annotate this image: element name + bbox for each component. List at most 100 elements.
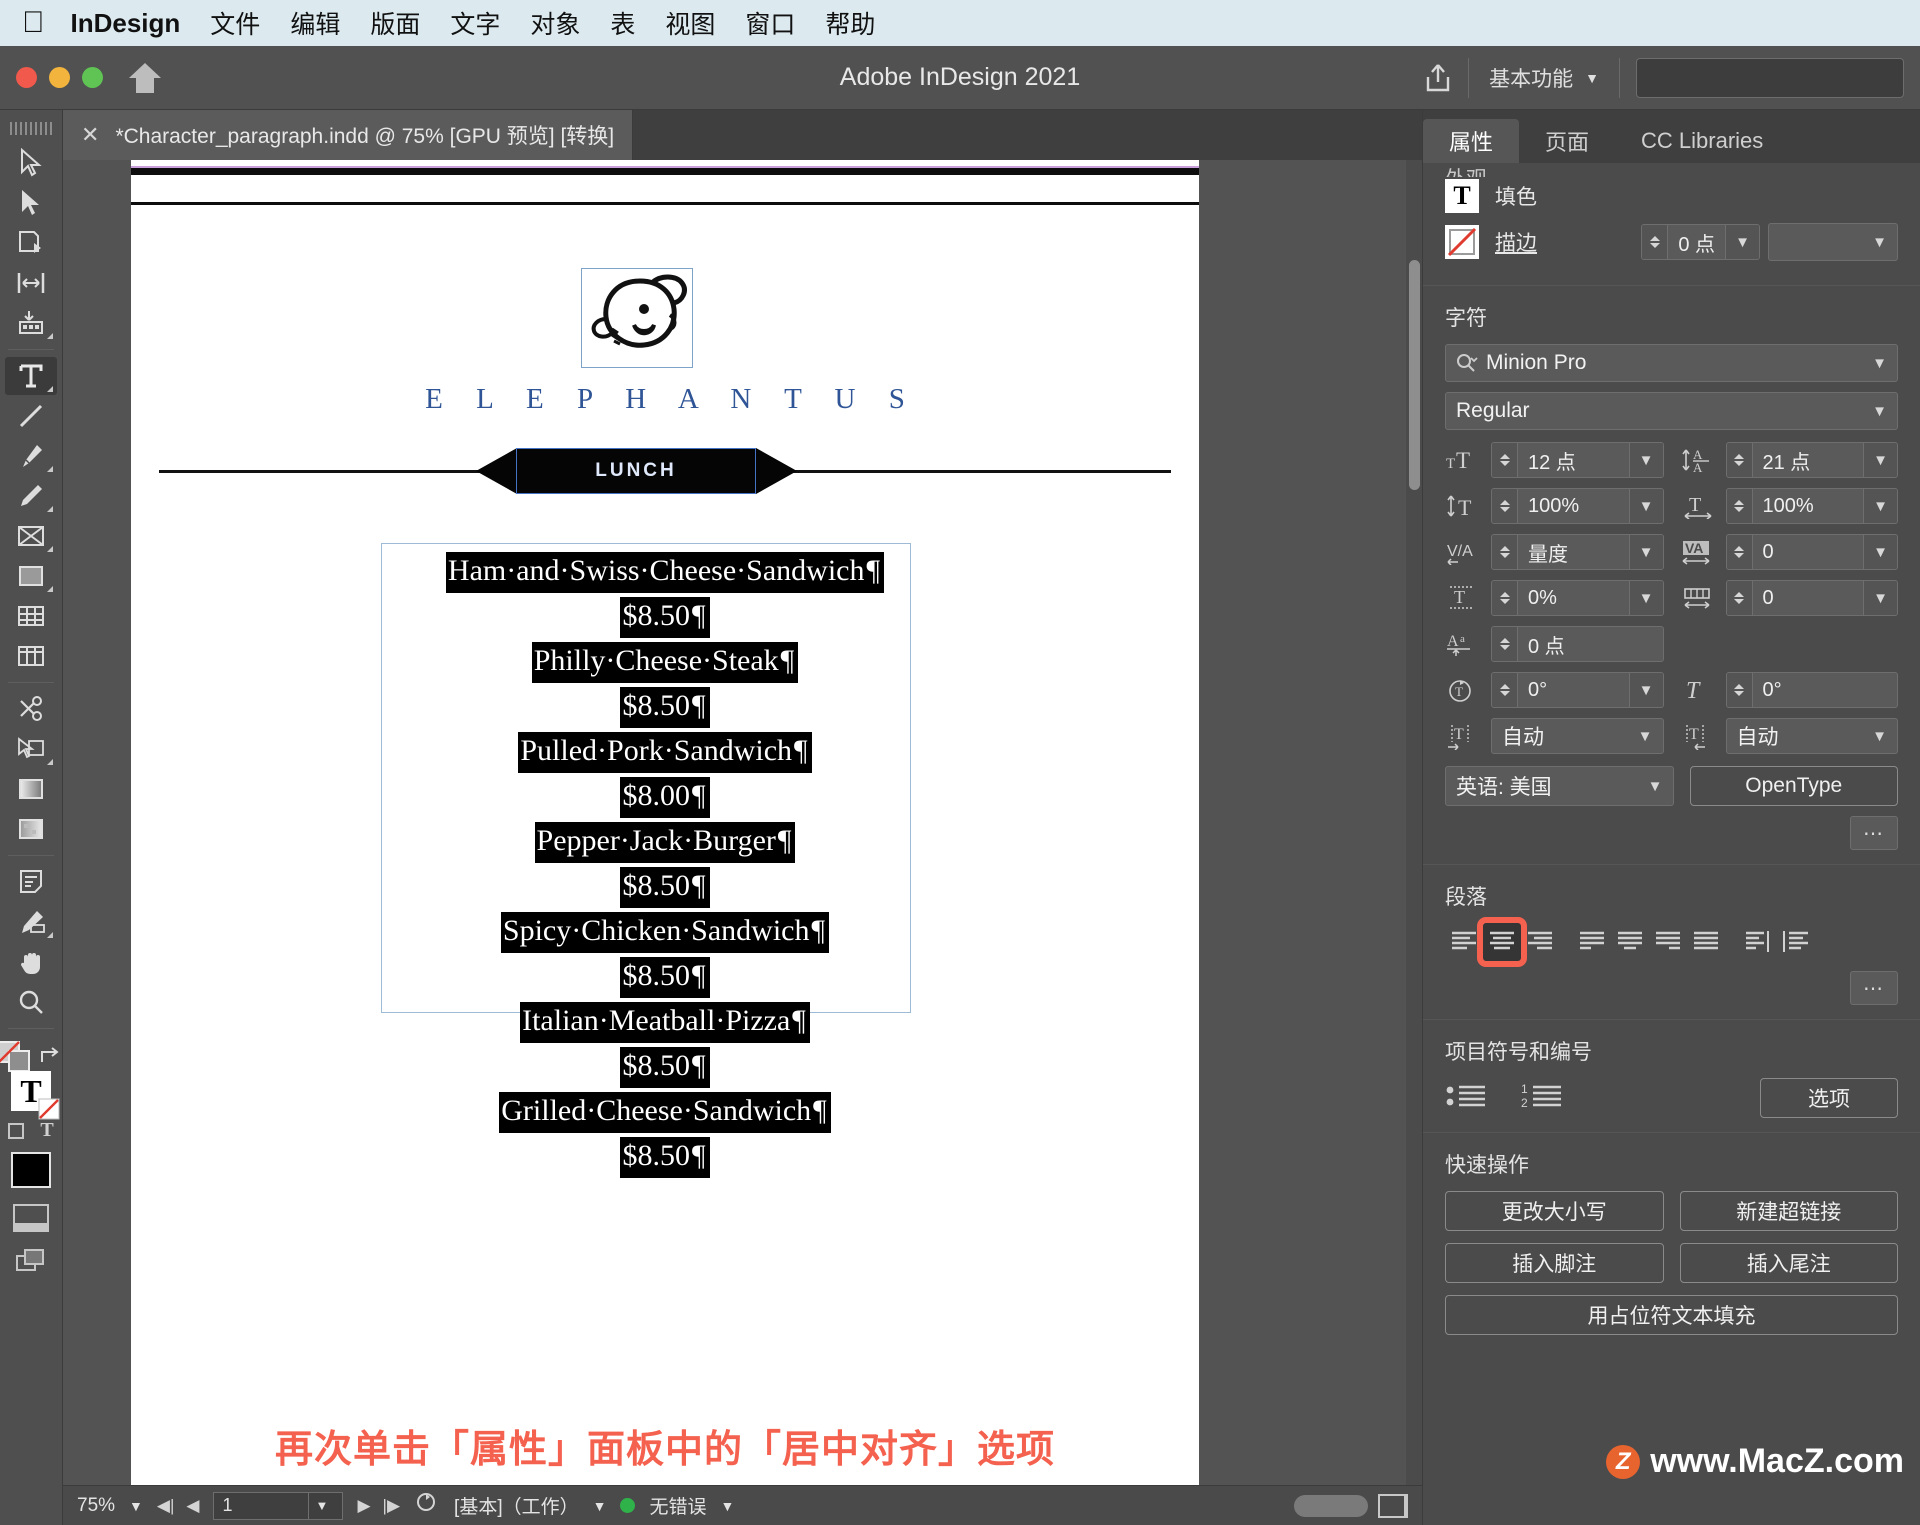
share-icon[interactable]: [1408, 62, 1468, 94]
hand-tool[interactable]: [5, 943, 57, 981]
gap-tool[interactable]: [5, 264, 57, 302]
tab-cc-libraries[interactable]: CC Libraries: [1615, 119, 1789, 163]
right-aki-field[interactable]: T 自动 ▼: [1680, 718, 1898, 754]
align-left-button[interactable]: [1445, 923, 1483, 961]
horizontal-scale-field[interactable]: T 100% ▼: [1680, 488, 1898, 524]
table-tool[interactable]: [5, 597, 57, 635]
bullets-options-button[interactable]: 选项: [1760, 1078, 1898, 1118]
insert-endnote-button[interactable]: 插入尾注: [1679, 1243, 1898, 1283]
gradient-swatch-tool[interactable]: [5, 770, 57, 808]
stepper-arrows-icon[interactable]: [1492, 673, 1518, 707]
close-window-button[interactable]: [16, 67, 37, 88]
chevron-down-icon[interactable]: ▼: [1864, 403, 1887, 420]
preflight-icon[interactable]: [414, 1490, 440, 1522]
rectangle-tool[interactable]: [5, 557, 57, 595]
gradient-feather-tool[interactable]: [5, 810, 57, 848]
chevron-down-icon[interactable]: ▼: [1628, 673, 1663, 707]
minimize-window-button[interactable]: [49, 67, 70, 88]
stepper-arrows-icon[interactable]: [1492, 443, 1518, 477]
font-style-select[interactable]: Regular ▼: [1445, 392, 1898, 430]
window-controls[interactable]: [16, 67, 103, 88]
content-collector-tool[interactable]: [5, 304, 57, 342]
chevron-down-icon[interactable]: ▼: [1628, 443, 1663, 477]
chevron-down-icon[interactable]: ▼: [1628, 581, 1663, 615]
menu-items-list[interactable]: Ham·and·Swiss·Cheese·Sandwich¶ $8.50¶ Ph…: [131, 550, 1199, 1180]
screen-mode-icon[interactable]: [13, 1204, 49, 1232]
pencil-tool[interactable]: [5, 477, 57, 515]
chevron-down-icon[interactable]: ▼: [1628, 489, 1663, 523]
zoom-level[interactable]: 75%: [77, 1495, 115, 1517]
stroke-row[interactable]: 描边 0 点 ▼ ▼: [1445, 223, 1898, 261]
chevron-down-icon[interactable]: ▼: [129, 1498, 143, 1514]
stepper-arrows-icon[interactable]: [1726, 443, 1753, 477]
tab-properties[interactable]: 属性: [1423, 119, 1520, 163]
menu-item-help[interactable]: 帮助: [825, 5, 875, 41]
line-tool[interactable]: [5, 397, 57, 435]
chevron-down-icon[interactable]: ▼: [1863, 443, 1897, 477]
preview-mode-icon[interactable]: [15, 1248, 47, 1278]
text-fill-swatch-icon[interactable]: T: [1445, 179, 1479, 213]
selection-tool[interactable]: [5, 144, 57, 182]
column-tool[interactable]: [5, 637, 57, 675]
scrollbar-thumb[interactable]: [1409, 260, 1420, 490]
stepper-arrows-icon[interactable]: [1726, 535, 1753, 569]
vertical-scale-field[interactable]: T 100% ▼: [1445, 488, 1664, 524]
kerning-field[interactable]: V/A 量度 ▼: [1445, 534, 1664, 570]
justify-last-right-button[interactable]: [1649, 923, 1687, 961]
page-canvas[interactable]: E L E P H A N T U S LUNCH Ham·and·Swiss·…: [131, 160, 1199, 1490]
none-swatch-icon[interactable]: [1445, 225, 1479, 259]
menu-item-table[interactable]: 表: [610, 5, 635, 41]
vertical-proportional-field[interactable]: T 0% ▼: [1445, 580, 1664, 616]
menu-item-type[interactable]: 文字: [450, 5, 500, 41]
fill-row[interactable]: T 填色: [1445, 179, 1898, 213]
close-icon[interactable]: ✕: [81, 122, 99, 148]
menu-item-layout[interactable]: 版面: [370, 5, 420, 41]
justify-last-left-button[interactable]: [1573, 923, 1611, 961]
skew-field[interactable]: T 0°: [1680, 672, 1898, 708]
direct-selection-tool[interactable]: [5, 184, 57, 222]
home-icon[interactable]: [129, 62, 161, 93]
bulleted-list-icon[interactable]: [1445, 1081, 1489, 1116]
menu-app-name[interactable]: InDesign: [71, 8, 181, 39]
chevron-down-icon[interactable]: ▼: [1630, 728, 1653, 745]
left-aki-select[interactable]: 自动 ▼: [1491, 718, 1664, 754]
new-hyperlink-button[interactable]: 新建超链接: [1679, 1191, 1898, 1231]
language-select[interactable]: 英语: 美国 ▼: [1445, 766, 1674, 806]
previous-page-icon[interactable]: ◀: [186, 1496, 199, 1516]
type-tool[interactable]: [5, 357, 57, 395]
eyedropper-tool[interactable]: [5, 903, 57, 941]
chevron-down-icon[interactable]: ▼: [1863, 581, 1897, 615]
stepper-arrows-icon[interactable]: [1492, 535, 1518, 569]
tsume-field[interactable]: 0 ▼: [1680, 580, 1898, 616]
opentype-button[interactable]: OpenType: [1689, 766, 1898, 806]
maximize-window-button[interactable]: [82, 67, 103, 88]
frame-tool[interactable]: [5, 517, 57, 555]
insert-footnote-button[interactable]: 插入脚注: [1445, 1243, 1664, 1283]
chevron-down-icon[interactable]: ▼: [1863, 535, 1897, 569]
tab-pages[interactable]: 页面: [1519, 119, 1615, 163]
numbered-list-icon[interactable]: 12: [1521, 1081, 1565, 1116]
first-page-icon[interactable]: ◀|: [157, 1496, 175, 1516]
align-toward-spine-button[interactable]: [1739, 923, 1777, 961]
chevron-down-icon[interactable]: ▼: [1864, 355, 1887, 372]
next-page-icon[interactable]: ▶: [357, 1496, 370, 1516]
stepper-arrows-icon[interactable]: [1492, 581, 1518, 615]
stroke-style-select[interactable]: ▼: [1768, 223, 1898, 261]
workspace-switcher[interactable]: 基本功能 ▼: [1469, 63, 1619, 93]
split-window-icon[interactable]: [1378, 1493, 1408, 1518]
search-input[interactable]: [1636, 57, 1904, 98]
free-transform-tool[interactable]: [5, 730, 57, 768]
align-away-spine-button[interactable]: [1777, 923, 1815, 961]
font-family-select[interactable]: Minion Pro ▼: [1445, 344, 1898, 382]
stroke-weight-stepper[interactable]: 0 点 ▼: [1641, 224, 1760, 260]
stepper-arrows-icon[interactable]: [1642, 225, 1669, 259]
justify-last-center-button[interactable]: [1611, 923, 1649, 961]
tracking-field[interactable]: VA 0 ▼: [1680, 534, 1898, 570]
menu-item-object[interactable]: 对象: [530, 5, 580, 41]
alignment-buttons[interactable]: [1445, 917, 1898, 967]
menu-item-window[interactable]: 窗口: [745, 5, 795, 41]
stroke-label[interactable]: 描边: [1495, 227, 1537, 257]
baseline-offset-field[interactable]: Aa 0 点: [1445, 626, 1664, 662]
stepper-arrows-icon[interactable]: [1726, 673, 1753, 707]
character-more-options-icon[interactable]: ⋯: [1850, 816, 1898, 850]
